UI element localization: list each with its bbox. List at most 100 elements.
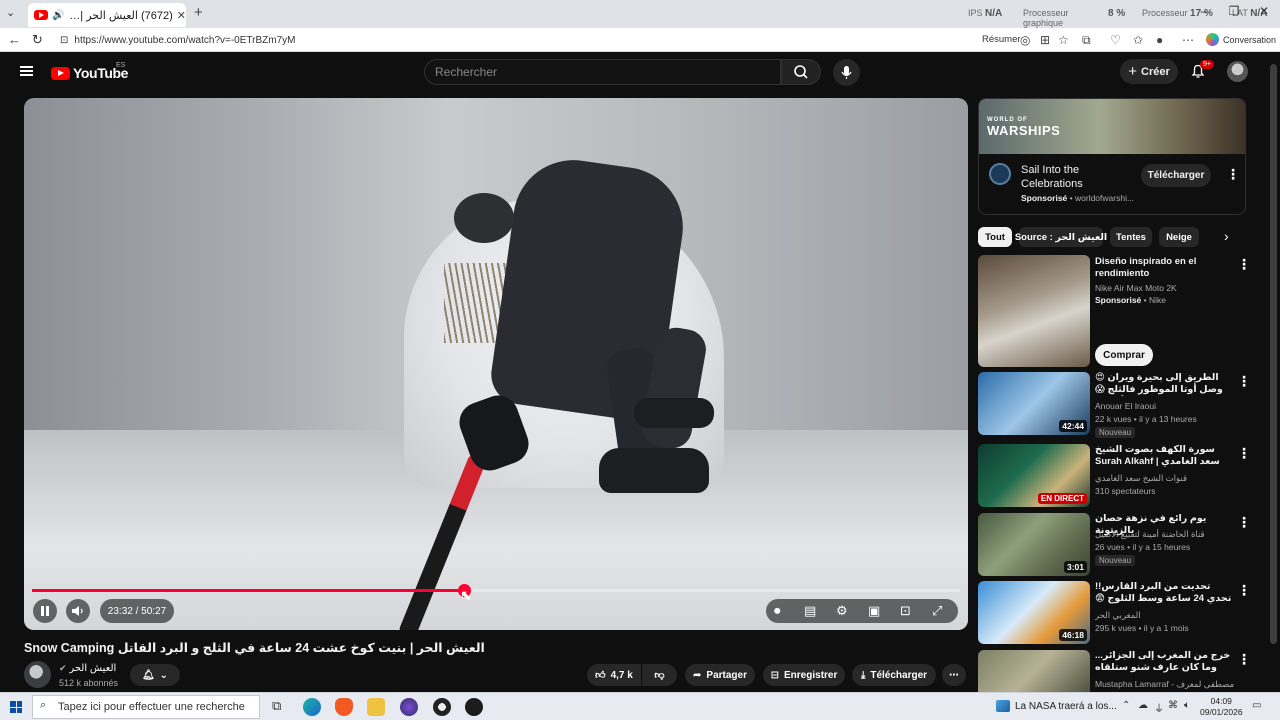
recommendation-item[interactable]: 46:18 تحديت من البرد القارس!! تحدي 24 سا… bbox=[978, 581, 1251, 645]
recommendation-item[interactable]: 42:44 الطريق إلى بحيرة ويران 😍 وصل أوتا … bbox=[978, 372, 1251, 440]
close-tab-icon[interactable]: ✕ bbox=[177, 9, 186, 22]
recommendation-thumbnail[interactable]: 46:18 bbox=[978, 581, 1090, 644]
more-menu-icon[interactable]: ⋯ bbox=[1182, 33, 1194, 47]
recommendation-more-icon[interactable]: ⋮ bbox=[1237, 446, 1251, 460]
brave-browser-icon[interactable] bbox=[335, 698, 353, 716]
url-field[interactable]: ⊡ https://www.youtube.com/watch?v=-0ETrB… bbox=[56, 31, 1016, 49]
ai-assistant-icon[interactable] bbox=[465, 698, 483, 716]
search-button[interactable] bbox=[781, 59, 821, 85]
news-widget[interactable]: La NASA traerá a los... bbox=[996, 700, 1117, 712]
ad-advertiser-icon[interactable] bbox=[989, 163, 1011, 185]
cast-icon[interactable]: ⊡ bbox=[900, 603, 911, 619]
back-icon[interactable]: ← bbox=[8, 32, 21, 47]
ad-title[interactable]: Sail Into the Celebrations bbox=[1021, 163, 1131, 191]
chip-snow[interactable]: Neige bbox=[1159, 227, 1199, 247]
sponsored-title[interactable]: Diseño inspirado en el rendimiento bbox=[1095, 256, 1235, 280]
recommendation-title[interactable]: سورة الكهف بصوت الشيخ سعد الغامدي | Sura… bbox=[1095, 444, 1235, 468]
chip-source[interactable]: Source : العيش الحر bbox=[1015, 227, 1107, 247]
sponsored-more-icon[interactable]: ⋮ bbox=[1237, 257, 1251, 271]
subscription-bell-button[interactable]: 🔔︎ ⌄ bbox=[130, 664, 180, 686]
chips-next-arrow-icon[interactable]: › bbox=[1224, 228, 1229, 244]
fullscreen-icon[interactable]: ⤢ bbox=[932, 603, 942, 619]
search-input[interactable]: Rechercher bbox=[424, 59, 781, 85]
task-view-icon[interactable]: ⧉ bbox=[272, 698, 290, 716]
recommendation-item[interactable]: 3:01 يوم رائع في نزهة حصان بالزيتونة قنا… bbox=[978, 513, 1251, 581]
taskbar-search-input[interactable]: Tapez ici pour effectuer une recherche bbox=[32, 695, 260, 719]
chip-all[interactable]: Tout bbox=[978, 227, 1012, 247]
recommendation-channel[interactable]: قناة الحاضنة أمينة لتقبيع الأصيل bbox=[1095, 529, 1205, 540]
buy-button[interactable]: Comprar bbox=[1095, 344, 1153, 366]
sponsored-thumbnail[interactable] bbox=[978, 255, 1090, 367]
dislike-button[interactable]: 👎︎ bbox=[642, 664, 677, 686]
progress-bar-played[interactable] bbox=[32, 589, 464, 592]
account-avatar[interactable] bbox=[1227, 61, 1248, 82]
apps-icon[interactable]: ⊞ bbox=[1040, 33, 1050, 47]
favorites-icon[interactable]: ✩ bbox=[1133, 33, 1143, 47]
audio-playing-icon[interactable]: 🔊 bbox=[52, 10, 64, 21]
recommendation-thumbnail[interactable]: EN DIRECT bbox=[978, 444, 1090, 507]
recommendation-thumbnail[interactable]: 3:01 bbox=[978, 513, 1090, 576]
recommendation-more-icon[interactable]: ⋮ bbox=[1237, 652, 1246, 666]
ad-more-icon[interactable]: ⋮ bbox=[1226, 167, 1240, 181]
recommendation-more-icon[interactable]: ⋮ bbox=[1237, 515, 1251, 529]
like-button[interactable]: 👍︎ 4,7 k bbox=[587, 664, 641, 686]
file-explorer-icon[interactable] bbox=[367, 698, 385, 716]
recommendation-more-icon[interactable]: ⋮ bbox=[1237, 374, 1251, 388]
recommendation-title[interactable]: خرج من المغرب إلى الجزائر... وما كان عار… bbox=[1095, 650, 1235, 674]
create-button[interactable]: + Créer bbox=[1120, 59, 1178, 84]
recommendation-channel[interactable]: Mustapha Lamarraf - مصطفى لمعرف bbox=[1095, 679, 1234, 690]
browser-essentials-icon[interactable]: ♡ bbox=[1110, 33, 1121, 47]
tab-actions-icon[interactable]: ⌄ bbox=[6, 6, 15, 19]
miniplayer-icon[interactable]: ▣ bbox=[868, 603, 880, 619]
ad-download-button[interactable]: Télécharger bbox=[1141, 164, 1211, 187]
windows-start-icon[interactable] bbox=[10, 701, 22, 713]
edge-browser-icon[interactable] bbox=[303, 698, 321, 716]
network-icon[interactable]: ⌘ bbox=[1168, 700, 1178, 711]
profile-icon[interactable]: ● bbox=[1156, 33, 1163, 47]
recommendation-more-icon[interactable]: ⋮ bbox=[1237, 583, 1251, 597]
settings-gear-icon[interactable]: ⚙ bbox=[836, 603, 848, 619]
extensions-icon[interactable]: ⧉ bbox=[1082, 33, 1091, 48]
page-scrollbar-thumb[interactable] bbox=[1270, 64, 1277, 644]
voice-search-button[interactable] bbox=[833, 59, 860, 86]
video-player[interactable] bbox=[24, 98, 968, 630]
channel-avatar[interactable] bbox=[24, 661, 51, 688]
more-actions-button[interactable]: ⋯ bbox=[942, 664, 966, 686]
close-window-icon[interactable]: ✕ bbox=[1252, 4, 1276, 18]
subtitles-icon[interactable]: ▤ bbox=[804, 603, 816, 619]
notifications-center-icon[interactable]: ▭ bbox=[1252, 700, 1261, 711]
recommendation-thumbnail[interactable]: 42:44 bbox=[978, 372, 1090, 435]
recommendation-channel[interactable]: قنوات الشيخ سعد الغامدي bbox=[1095, 473, 1187, 484]
share-button[interactable]: ➦ Partager bbox=[685, 664, 755, 686]
recommendation-item[interactable]: خرج من المغرب إلى الجزائر... وما كان عار… bbox=[978, 650, 1246, 692]
recommendation-item[interactable]: EN DIRECT سورة الكهف بصوت الشيخ سعد الغا… bbox=[978, 444, 1251, 512]
pause-button[interactable] bbox=[33, 599, 57, 623]
favorite-star-icon[interactable]: ☆ bbox=[1058, 33, 1069, 47]
resume-button[interactable]: Résumer bbox=[982, 34, 1021, 45]
volume-tray-icon[interactable]: 🔈︎ bbox=[1184, 700, 1190, 711]
refresh-icon[interactable]: ↻ bbox=[32, 32, 43, 48]
recommendation-title[interactable]: الطريق إلى بحيرة ويران 😍 وصل أوتا الموطو… bbox=[1095, 372, 1235, 396]
channel-name[interactable]: العيش الحر ✔ bbox=[59, 663, 116, 674]
usb-icon[interactable]: ⏚ bbox=[1154, 700, 1164, 715]
recommendation-channel[interactable]: المغربي الحر bbox=[1095, 610, 1141, 621]
browser-tab[interactable]: 🔊 (7672) العيش الحر | بنيت كوخ ... ✕ bbox=[28, 3, 186, 27]
recommendation-thumbnail[interactable] bbox=[978, 650, 1090, 692]
download-button[interactable]: ⤓ Télécharger bbox=[852, 664, 936, 686]
recommendation-title[interactable]: تحديت من البرد القارس!! تحدي 24 ساعة وسط… bbox=[1095, 581, 1235, 605]
summarize-icon[interactable]: ◎ bbox=[1020, 33, 1030, 47]
save-button[interactable]: ⊟ Enregistrer bbox=[763, 664, 845, 686]
new-tab-icon[interactable]: + bbox=[194, 4, 203, 21]
recommendation-channel[interactable]: Anouar El Iraoui bbox=[1095, 401, 1156, 411]
menu-icon[interactable] bbox=[20, 66, 33, 76]
onedrive-icon[interactable]: ☁ bbox=[1138, 700, 1148, 711]
volume-button[interactable] bbox=[66, 599, 90, 623]
media-app-icon[interactable] bbox=[400, 698, 418, 716]
site-info-icon[interactable]: ⊡ bbox=[60, 35, 68, 46]
restore-icon[interactable]: ❐ bbox=[1222, 4, 1246, 18]
chip-tents[interactable]: Tentes bbox=[1110, 227, 1152, 247]
copilot-conversation-button[interactable]: Conversation bbox=[1206, 33, 1276, 46]
chrome-style-app-icon[interactable] bbox=[433, 698, 451, 716]
autoplay-toggle-icon[interactable]: ⏺ bbox=[774, 603, 781, 619]
ad-card[interactable]: WORLD OF WARSHIPS Sail Into the Celebrati… bbox=[978, 98, 1246, 215]
